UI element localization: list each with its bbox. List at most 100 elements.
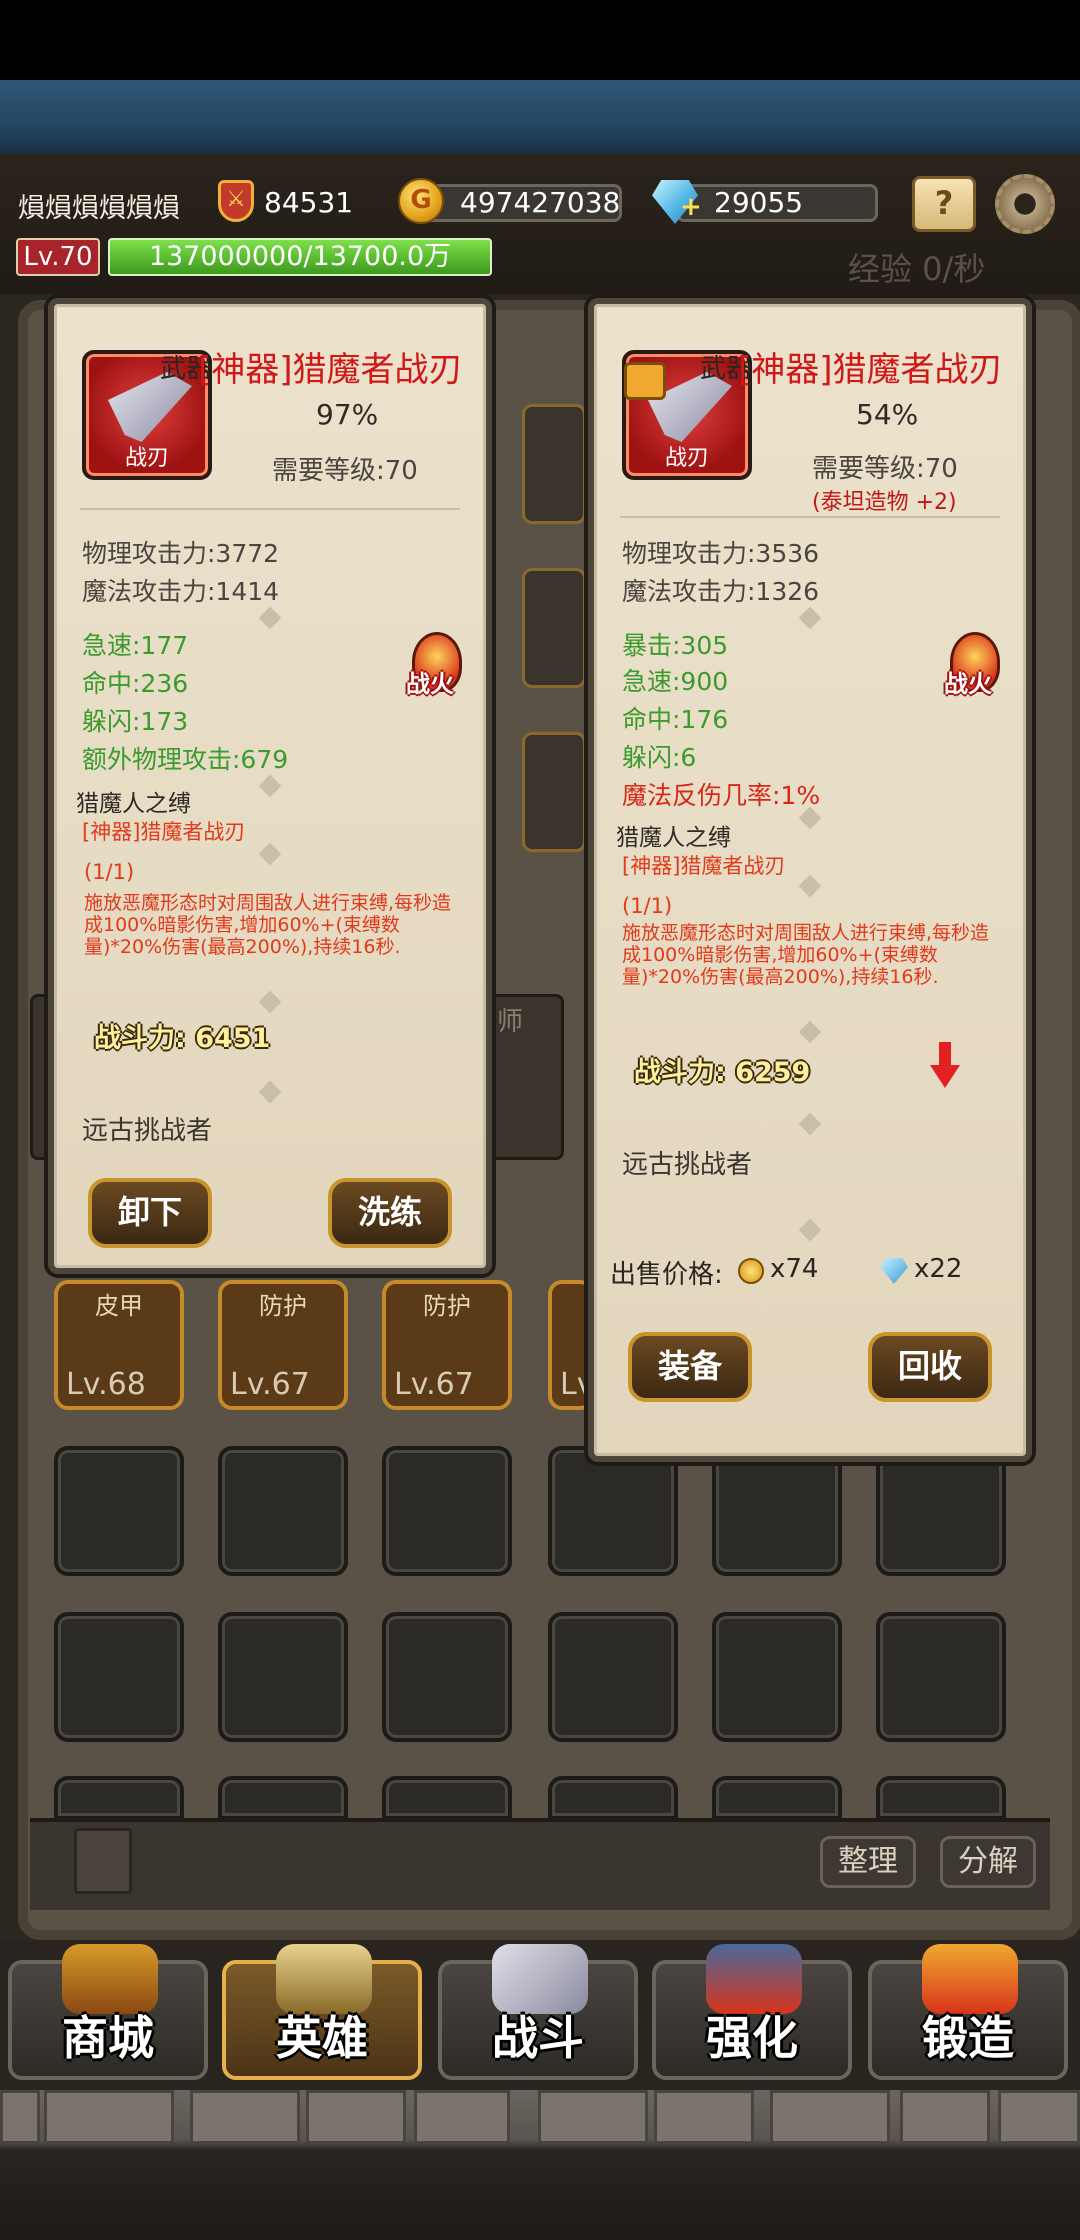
set-item: [神器]猎魔者战刃 [82,820,246,844]
brick [0,2090,40,2144]
inventory-slot[interactable] [712,1776,842,1820]
item-type: 防护 [423,1292,471,1320]
recycle-button[interactable]: 回收 [868,1332,992,1402]
inventory-slot[interactable] [54,1776,184,1820]
inventory-slot[interactable] [54,1612,184,1742]
combat-power: 战斗力: 6259 [634,1057,811,1088]
brick [770,2090,890,2144]
add-gem-plus-icon[interactable]: + [680,192,702,222]
stat-line: 魔法攻击力:1414 [82,577,280,606]
inventory-item-2[interactable]: 防护 Lv.67 [218,1280,348,1410]
unlock-icon[interactable] [624,362,666,400]
item-icon-label: 战刃 [664,446,709,471]
exp-rate: 经验 0/秒 [848,250,986,288]
inventory-slot[interactable] [548,1446,678,1576]
item-title: [神器]猎魔者战刃 [198,350,463,390]
nav-label: 锻造 [922,2011,1014,2065]
inventory-slot[interactable] [218,1446,348,1576]
set-name: 猎魔人之缚 [616,825,731,851]
gold-coin-icon[interactable]: G [398,178,444,224]
item-origin: 远古挑战者 [622,1150,753,1180]
item-type: 皮甲 [95,1292,143,1320]
settings-gear-icon[interactable] [995,174,1055,234]
nav-battle[interactable]: 战斗 [438,1944,638,2080]
inventory-slot[interactable] [876,1612,1006,1742]
refine-bonus: (泰坦造物 +2) [812,490,957,515]
stat-line: 魔法攻击力:1326 [622,577,820,606]
set-description: 施放恶魔形态时对周围敌人进行束缚,每秒造成100%暗影伤害,增加60%+(束缚数… [622,922,990,988]
nav-hero[interactable]: 英雄 [222,1944,422,2080]
stat-line: 物理攻击力:3772 [82,539,280,568]
inventory-slot[interactable] [382,1612,512,1742]
special-stat: 魔法反伤几率:1% [622,781,821,810]
nav-label: 战斗 [492,2011,584,2065]
inventory-slot[interactable] [382,1776,512,1820]
gem-value: 29055 [714,186,804,219]
brick [414,2090,510,2144]
item-title: [神器]猎魔者战刃 [738,350,1003,390]
brick [538,2090,648,2144]
gold-coin-icon [738,1258,764,1284]
divider [80,508,460,510]
brick [998,2090,1080,2144]
sort-button[interactable]: 整理 [820,1836,916,1888]
item-quality-pct: 54% [856,398,919,431]
inventory-item-3[interactable]: 防护 Lv.67 [382,1280,512,1410]
nav-label: 英雄 [276,2011,368,2065]
hero-slot-2[interactable] [522,568,586,688]
item-icon-label: 战刃 [124,446,169,471]
item-level: Lv.68 [66,1367,146,1402]
bonus-stat: 急速:900 [622,667,729,696]
sell-price-label: 出售价格: [610,1260,723,1290]
sell-gems: x22 [914,1254,963,1284]
decompose-button[interactable]: 分解 [940,1836,1036,1888]
set-count: (1/1) [622,894,673,918]
nav-shop[interactable]: 商城 [8,1944,208,2080]
inventory-slot[interactable] [876,1446,1006,1576]
inventory-slot[interactable] [712,1446,842,1576]
required-level: 需要等级:70 [272,456,418,486]
bonus-stat: 急速:177 [82,631,189,660]
item-level: Lv.67 [394,1367,474,1402]
inventory-slot[interactable] [548,1612,678,1742]
fire-badge-label: 战火 [944,670,992,698]
inventory-slot[interactable] [54,1446,184,1576]
fire-badge-label: 战火 [406,670,454,698]
brick [190,2090,300,2144]
item-origin: 远古挑战者 [82,1116,213,1146]
bonus-stat: 额外物理攻击:679 [82,745,289,774]
player-name[interactable]: 熉熉熉熉熉熉 [18,186,180,225]
hero-slot-3[interactable] [522,732,586,852]
book-icon[interactable] [74,1828,132,1894]
equip-button[interactable]: 装备 [628,1332,752,1402]
power-value: 84531 [264,186,354,219]
bonus-stat: 命中:236 [82,669,189,698]
inventory-slot[interactable] [382,1446,512,1576]
inventory-slot[interactable] [548,1776,678,1820]
inventory-item-1[interactable]: 皮甲 Lv.68 [54,1280,184,1410]
divider [620,516,1000,518]
top-banner [0,80,1080,154]
inventory-slot[interactable] [218,1612,348,1742]
hero-card[interactable]: 师 [488,994,564,1160]
hero-slot-1[interactable] [522,404,586,524]
brick [44,2090,174,2144]
nav-forge[interactable]: 锻造 [868,1944,1068,2080]
unequip-button[interactable]: 卸下 [88,1178,212,1248]
inventory-slot[interactable] [876,1776,1006,1820]
bonus-stat: 躲闪:6 [622,743,697,772]
item-level: Lv.67 [230,1367,310,1402]
refine-button[interactable]: 洗练 [328,1178,452,1248]
inventory-slot[interactable] [218,1776,348,1820]
help-book-button[interactable]: ? [912,176,976,232]
bonus-stat: 命中:176 [622,705,729,734]
nav-label: 商城 [62,2011,154,2065]
item-quality-pct: 97% [316,398,379,431]
brick [654,2090,754,2144]
combat-power: 战斗力: 6451 [94,1023,271,1054]
nav-enhance[interactable]: 强化 [652,1944,852,2080]
bonus-stat: 暴击:305 [622,631,729,660]
level-badge: Lv.70 [16,238,100,276]
set-count: (1/1) [84,860,135,884]
inventory-slot[interactable] [712,1612,842,1742]
